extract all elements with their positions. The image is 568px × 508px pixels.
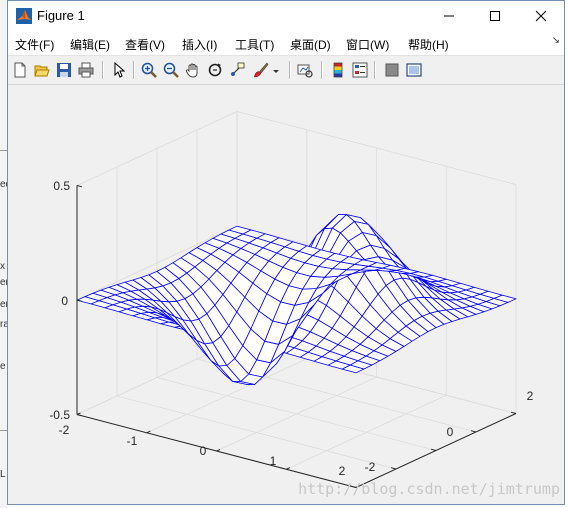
watermark: http://blog.csdn.net/jimtrump xyxy=(298,480,560,498)
y-tick-label: -2 xyxy=(365,460,376,474)
y-tick-mark xyxy=(510,411,517,414)
x-tick-label: -2 xyxy=(59,423,70,437)
y-tick-mark xyxy=(470,430,477,433)
z-tick-mark xyxy=(76,185,83,188)
x-tick-label: -1 xyxy=(127,434,138,448)
z-tick-label: -0.5 xyxy=(49,408,70,422)
y-tick-mark xyxy=(390,467,397,470)
x-tick-mark xyxy=(146,430,151,434)
y-tick-label: 0 xyxy=(447,425,454,439)
x-tick-mark xyxy=(286,467,291,470)
y-tick-label: 2 xyxy=(527,389,534,403)
z-tick-label: 0.5 xyxy=(53,179,70,193)
x-tick-mark xyxy=(76,412,81,415)
x-tick-label: 2 xyxy=(339,464,346,478)
z-tick-label: 0 xyxy=(61,294,68,308)
x-tick-mark xyxy=(216,448,221,452)
mesh-surface xyxy=(76,214,517,385)
y-tick-mark xyxy=(430,448,437,451)
surface-plot[interactable]: 0.5 0 -0.5 -2 -1 0 1 2 -2 0 2 http://blo… xyxy=(0,0,568,508)
grid-line xyxy=(116,395,397,470)
x-tick-label: 0 xyxy=(200,444,207,458)
x-tick-label: 1 xyxy=(270,454,277,468)
grid-line xyxy=(156,377,437,451)
